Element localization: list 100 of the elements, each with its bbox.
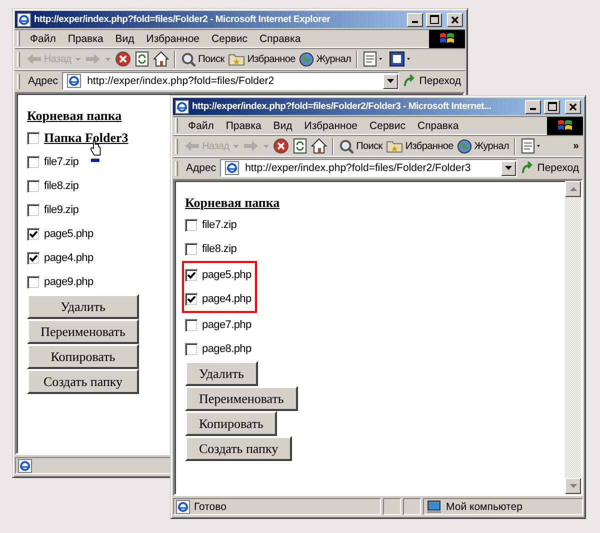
toolbar-button[interactable] xyxy=(133,50,152,68)
file-name: page9.php xyxy=(44,276,94,288)
caret-icon xyxy=(387,79,394,83)
window-title: http://exper/index.php?fold=files/Folder2/Folder3 - Microsoft Internet... xyxy=(192,101,492,112)
file-name: file9.zip xyxy=(44,204,79,216)
computer-icon xyxy=(426,500,442,514)
search-icon xyxy=(181,52,196,66)
folder-link[interactable]: Папка Folder3 xyxy=(44,130,128,146)
checkbox[interactable] xyxy=(185,218,198,232)
back-arrow-icon xyxy=(26,52,42,66)
action-button[interactable]: Удалить xyxy=(27,294,139,319)
toolbar-button[interactable]: Избранное xyxy=(384,138,456,154)
close-button[interactable] xyxy=(447,12,463,26)
action-button[interactable]: Копировать xyxy=(27,344,139,369)
action-button[interactable]: Создать папку xyxy=(27,369,139,394)
folder-star-icon xyxy=(386,139,404,153)
checkbox[interactable] xyxy=(185,318,198,332)
globe-icon xyxy=(299,52,314,66)
checkbox[interactable] xyxy=(185,242,198,256)
menu-item[interactable]: Правка xyxy=(220,118,268,132)
scrollbar[interactable] xyxy=(565,181,581,494)
address-field[interactable]: http://exper/index.php?fold=files/Folder2/Folder3 xyxy=(220,159,518,177)
file-name: file7.zip xyxy=(44,156,79,168)
toolbar-overflow-button[interactable]: » xyxy=(569,140,583,152)
menu-item[interactable]: Избранное xyxy=(298,118,364,132)
toolbar-button[interactable]: Журнал xyxy=(455,138,512,154)
menu-item[interactable]: Справка xyxy=(411,118,465,132)
flag-logo-icon xyxy=(547,116,583,134)
checkmark-icon xyxy=(29,254,38,262)
root-folder-link[interactable]: Корневая папка xyxy=(27,108,122,124)
go-button[interactable]: Переход xyxy=(521,161,583,175)
up-arrow-icon xyxy=(570,187,576,191)
home-icon xyxy=(311,138,328,154)
address-field[interactable]: http://exper/index.php?fold=files/Folder2 xyxy=(62,72,400,90)
globe-icon xyxy=(457,138,472,154)
maximize-button[interactable] xyxy=(544,100,560,114)
go-button[interactable]: Переход xyxy=(403,74,465,88)
checkbox[interactable] xyxy=(27,132,40,144)
browser-page-icon xyxy=(67,74,82,88)
checkbox[interactable] xyxy=(185,268,198,282)
toolbar-button[interactable]: Избранное xyxy=(226,51,298,67)
menu-item[interactable]: Избранное xyxy=(140,32,206,46)
action-button[interactable]: Копировать xyxy=(185,411,278,436)
checkbox[interactable] xyxy=(185,342,198,356)
minimize-button[interactable] xyxy=(525,100,541,114)
toolbar-button[interactable]: Поиск xyxy=(337,138,384,154)
action-button[interactable]: Переименовать xyxy=(185,386,298,411)
menu-item[interactable]: Файл xyxy=(24,32,62,46)
file-name: page5.php xyxy=(202,269,252,281)
toolbar-button[interactable] xyxy=(151,50,172,68)
toolbar-button[interactable] xyxy=(271,137,292,155)
zone-text: Мой компьютер xyxy=(446,500,522,512)
action-button[interactable]: Удалить xyxy=(185,361,258,386)
toolbar-button[interactable]: Поиск xyxy=(179,50,226,68)
caret-icon xyxy=(233,144,240,148)
toolbar-button[interactable] xyxy=(309,137,330,155)
forward-arrow-icon xyxy=(85,52,102,66)
scroll-down-button[interactable] xyxy=(565,478,581,494)
checkbox[interactable] xyxy=(27,180,40,192)
action-button[interactable]: Переименовать xyxy=(27,319,139,344)
checkbox[interactable] xyxy=(27,252,40,264)
file-name: page7.php xyxy=(202,319,252,331)
maximize-icon xyxy=(430,15,438,24)
checkbox[interactable] xyxy=(185,292,198,306)
maximize-button[interactable] xyxy=(426,12,442,26)
window-title: http://exper/index.php?fold=files/Folder2 - Microsoft Internet Explorer xyxy=(34,14,332,25)
checkbox[interactable] xyxy=(27,228,40,240)
forward-arrow-icon xyxy=(243,139,260,153)
file-name: page4.php xyxy=(202,293,252,305)
checkbox[interactable] xyxy=(27,276,40,288)
caret-icon xyxy=(505,166,512,170)
menu-item[interactable]: Сервис xyxy=(364,118,412,132)
checkmark-icon xyxy=(187,294,196,304)
search-icon xyxy=(339,138,354,154)
stop-icon xyxy=(273,138,290,154)
menu-item[interactable]: Файл xyxy=(182,118,220,132)
menu-item[interactable]: Справка xyxy=(253,32,307,46)
close-icon xyxy=(569,102,577,110)
action-button[interactable]: Создать папку xyxy=(185,436,292,461)
menu-item[interactable]: Вид xyxy=(109,32,140,46)
toolbar-button[interactable] xyxy=(113,50,134,68)
menu-item[interactable]: Вид xyxy=(267,118,298,132)
menu-item[interactable]: Сервис xyxy=(206,32,254,46)
down-arrow-icon xyxy=(570,484,576,488)
checkbox[interactable] xyxy=(27,156,40,168)
dropdown-button[interactable] xyxy=(383,74,398,88)
back-arrow-icon xyxy=(184,139,200,153)
toolbar-button[interactable]: Журнал xyxy=(297,50,354,68)
file-name: page4.php xyxy=(44,252,94,264)
checkbox[interactable] xyxy=(27,204,40,216)
scroll-up-button[interactable] xyxy=(565,181,581,197)
close-button[interactable] xyxy=(565,100,581,114)
toolbar-button[interactable] xyxy=(291,137,310,155)
minimize-button[interactable] xyxy=(407,12,423,26)
menu-item[interactable]: Правка xyxy=(62,32,110,46)
minimize-icon xyxy=(530,108,536,110)
dropdown-button[interactable] xyxy=(501,160,516,176)
close-icon xyxy=(451,16,459,24)
maximize-icon xyxy=(548,102,556,111)
root-folder-link[interactable]: Корневая папка xyxy=(185,195,280,211)
